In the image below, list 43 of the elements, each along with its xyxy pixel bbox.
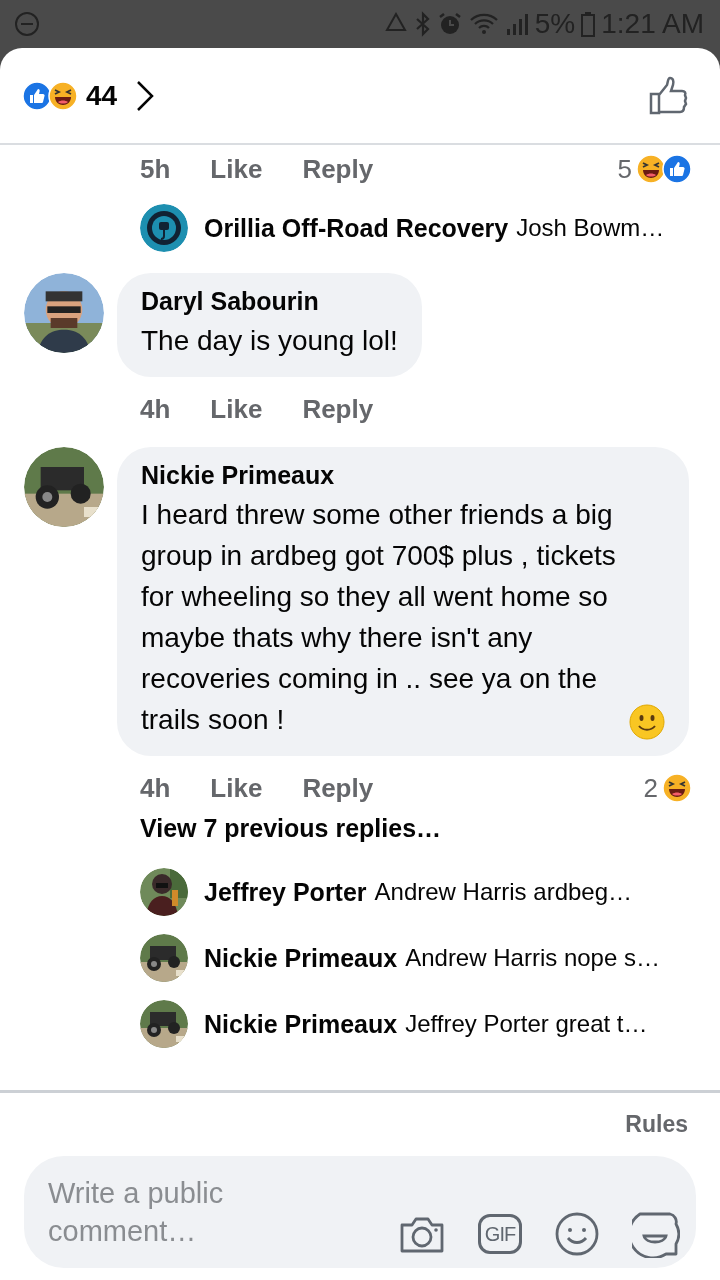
reply-preview-text[interactable]: Jeffrey Porter great t… <box>405 1010 648 1038</box>
smiley-emoji-icon <box>629 704 665 740</box>
reply-author[interactable]: Jeffrey Porter <box>204 877 367 907</box>
reply-preview-text[interactable]: Josh Bowm… <box>516 214 665 242</box>
comment-field[interactable]: Write a public comment… GIF <box>24 1156 696 1268</box>
comment-time: 4h <box>140 772 171 804</box>
sticker-icon[interactable] <box>632 1210 680 1258</box>
laughing-reaction-icon <box>636 154 666 184</box>
rules-link[interactable]: Rules <box>625 1111 688 1138</box>
comment-text: The day is young lol! <box>141 324 398 358</box>
reply-preview-text[interactable]: Andrew Harris nope s… <box>405 944 660 972</box>
like-button[interactable]: Like <box>210 393 263 425</box>
comment-author[interactable]: Nickie Primeaux <box>141 461 665 490</box>
battery-icon <box>581 11 596 37</box>
emoji-icon[interactable] <box>554 1211 600 1257</box>
laughing-reaction-icon <box>662 773 692 803</box>
bluetooth-icon <box>414 11 431 37</box>
comment-time: 4h <box>140 393 171 425</box>
view-previous-replies-link[interactable]: View 7 previous replies… <box>140 814 442 842</box>
thumbs-up-icon[interactable] <box>648 75 690 116</box>
reply-preview-text[interactable]: Andrew Harris ardbeg… <box>374 878 632 906</box>
comment-text: I heard threw some other friends a big group in ardbeg got 700$ plus , tickets for wheeling so they all went home so maybe thats why there isn't any recoveries coming in .. see ya on the trails soon ! <box>141 498 617 737</box>
laughing-reaction-icon <box>48 80 78 111</box>
like-button[interactable]: Like <box>210 153 263 185</box>
reaction-count[interactable]: 2 <box>643 772 658 804</box>
reply-button[interactable]: Reply <box>302 393 374 425</box>
reply-author[interactable]: Nickie Primeaux <box>204 1009 398 1039</box>
wifi-icon <box>468 11 499 37</box>
do-not-disturb-icon <box>14 11 40 37</box>
reply-author[interactable]: Orillia Off-Road Recovery <box>204 213 509 243</box>
chevron-right-icon[interactable] <box>135 78 156 113</box>
reply-author[interactable]: Nickie Primeaux <box>204 943 398 973</box>
reply-button[interactable]: Reply <box>302 153 374 185</box>
comment-author[interactable]: Daryl Sabourin <box>141 287 398 316</box>
like-reaction-icon <box>662 154 692 184</box>
comment-time: 5h <box>140 153 171 185</box>
gif-button[interactable]: GIF <box>478 1214 522 1254</box>
like-button[interactable]: Like <box>210 772 263 804</box>
reaction-total[interactable]: 44 <box>86 79 118 112</box>
like-reaction-icon <box>22 80 52 111</box>
reaction-count[interactable]: 5 <box>617 153 632 185</box>
signal-icon <box>504 11 529 37</box>
reply-button[interactable]: Reply <box>302 772 374 804</box>
